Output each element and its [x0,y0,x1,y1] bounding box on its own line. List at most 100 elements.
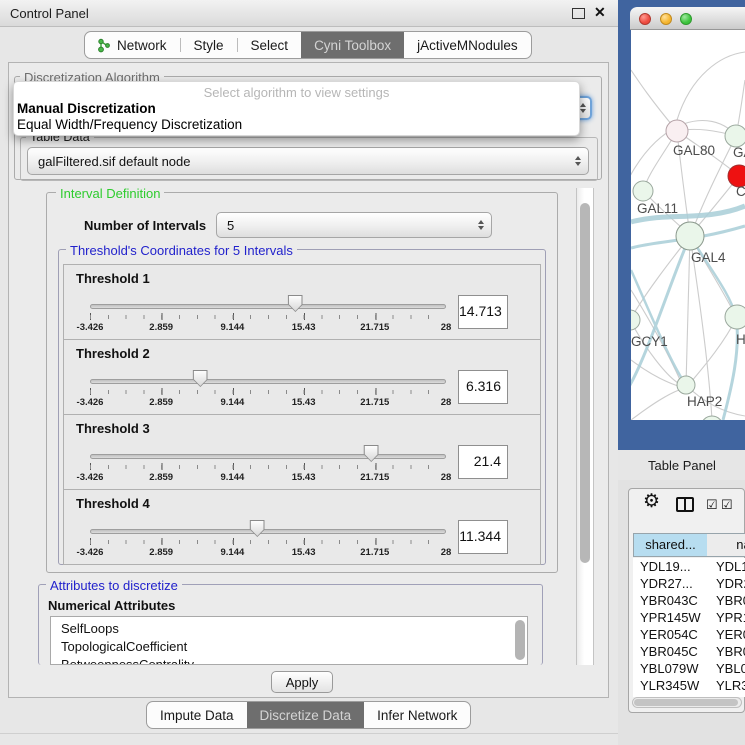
float-window-icon[interactable] [572,8,585,19]
table-cell[interactable]: YDL1 [716,558,745,575]
tab-select[interactable]: Select [238,32,302,58]
node-h[interactable] [725,305,745,329]
tick-label: 21.715 [360,322,389,333]
tab-discretize-data[interactable]: Discretize Data [247,702,365,728]
table-data-combobox[interactable]: galFiltered.sif default node [27,147,589,175]
close-traffic-icon[interactable] [639,13,651,25]
table-panel-titlebar: Table Panel [618,450,745,481]
tab-network-label: Network [117,38,167,53]
node-gal80[interactable] [666,120,688,142]
network-window-titlebar[interactable] [630,7,745,30]
tab-infer-network[interactable]: Infer Network [364,702,470,728]
dropdown-option-manual[interactable]: Manual Discretization [17,101,156,116]
scrollbar-thumb[interactable] [580,203,590,563]
slider-thumb[interactable] [250,520,265,537]
table-cell[interactable]: YDL19... [640,558,715,575]
threshold-2-panel: Threshold 2 -3.426 2.859 9.144 15.43 21.… [63,339,541,415]
attributes-list: SelfLoops TopologicalCoefficient Between… [50,616,528,665]
threshold-4-slider[interactable]: -3.426 2.859 9.144 15.43 21.715 28 [90,526,446,560]
node-label: GCY1 [631,334,668,349]
numerical-attributes-label: Numerical Attributes [48,598,175,613]
tab-style[interactable]: Style [181,32,237,58]
dropdown-option-equal-width[interactable]: Equal Width/Frequency Discretization [17,117,242,132]
slider-track[interactable] [90,529,446,534]
threshold-1-panel: Threshold 1 -3.426 2.859 9.144 15.43 21.… [63,264,541,340]
column-header-name[interactable]: name [707,533,745,557]
number-of-intervals-combobox[interactable]: 5 [216,212,492,238]
combo-arrows-icon [478,220,484,230]
network-nodes[interactable] [631,120,745,420]
tick-label: 2.859 [149,397,173,408]
settings-scrollbar[interactable] [576,188,594,665]
slider-track[interactable] [90,379,446,384]
attributes-group-title: Attributes to discretize [46,578,182,593]
scrollbar-thumb[interactable] [634,699,738,706]
slider-thumb[interactable] [364,445,379,462]
node-label: HAP2 [687,394,722,409]
node-gcy1[interactable] [631,310,640,330]
table-cell[interactable]: YBL079W [640,660,715,677]
list-scrollbar[interactable] [515,620,525,660]
node-gal4[interactable] [676,222,704,250]
threshold-2-slider[interactable]: -3.426 2.859 9.144 15.43 21.715 28 [90,376,446,410]
threshold-value-field[interactable]: 11.344 [458,520,508,554]
tick-label: 21.715 [360,397,389,408]
node-bottom[interactable] [701,416,723,420]
close-icon[interactable]: ✕ [594,4,606,21]
threshold-value-field[interactable]: 6.316 [458,370,508,404]
node-label: C [736,184,745,199]
node-label: GA [733,145,745,160]
table-rows: YDL19... YDL1 YDR27... YDR2 YBR043C YBR0… [633,558,745,697]
table-cell[interactable]: YPR145W [640,609,715,626]
slider-track[interactable] [90,454,446,459]
network-view-canvas[interactable]: GAL80 GA C GAL11 GAL4 GCY1 H HAP2 [631,30,745,420]
threshold-1-slider[interactable]: -3.426 2.859 9.144 15.43 21.715 28 [90,301,446,335]
checkbox-icon[interactable]: ☑ [721,497,733,513]
tick-label: 9.144 [221,322,245,333]
control-panel-tabbar: Network Style Select Cyni Toolbox jActiv… [84,31,532,59]
table-cell[interactable]: YLR3 [716,677,745,694]
table-cell[interactable]: YDR2 [716,575,745,592]
table-cell[interactable]: YER054C [640,626,715,643]
table-cell[interactable]: YBR043C [640,592,715,609]
tick-label: -3.426 [77,397,104,408]
checkbox-icon[interactable]: ☑ [706,497,718,513]
table-cell[interactable]: YBL0 [716,660,745,677]
tab-jactivemnodules[interactable]: jActiveMNodules [404,32,531,58]
zoom-traffic-icon[interactable] [680,13,692,25]
tick-label: 2.859 [149,322,173,333]
panel-bottom-divider [0,733,618,734]
table-cell[interactable]: YPR1 [716,609,745,626]
tab-impute-data[interactable]: Impute Data [147,702,247,728]
node-gal11[interactable] [633,181,653,201]
table-cell[interactable]: YBR0 [716,592,745,609]
table-cell[interactable]: YDR27... [640,575,715,592]
minimize-traffic-icon[interactable] [660,13,672,25]
tick-label: 2.859 [149,472,173,483]
split-columns-icon[interactable] [676,497,694,512]
gear-icon[interactable]: ⚙ [643,492,660,511]
column-header-shared-name[interactable]: shared... [633,533,708,557]
algorithm-dropdown-popup: Select algorithm to view settings Manual… [13,81,580,136]
slider-thumb[interactable] [193,370,208,387]
tick-label: 15.43 [292,472,316,483]
apply-button[interactable]: Apply [271,671,333,693]
table-cell[interactable]: YLR345W [640,677,715,694]
tab-network[interactable]: Network [85,32,180,58]
list-item[interactable]: SelfLoops [51,617,527,638]
slider-thumb[interactable] [288,295,303,312]
tick-label: 28 [441,472,452,483]
table-cell[interactable]: YBR045C [640,643,715,660]
threshold-3-slider[interactable]: -3.426 2.859 9.144 15.43 21.715 28 [90,451,446,485]
list-item[interactable]: BetweennessCentrality [51,656,527,665]
slider-track[interactable] [90,304,446,309]
threshold-value-field[interactable]: 21.4 [458,445,508,479]
threshold-value-field[interactable]: 14.713 [458,295,508,329]
table-cell[interactable]: YBR0 [716,643,745,660]
table-cell[interactable]: YER0 [716,626,745,643]
table-horizontal-scrollbar[interactable] [632,697,742,708]
list-item[interactable]: TopologicalCoefficient [51,638,527,656]
tab-cyni-toolbox[interactable]: Cyni Toolbox [301,32,404,58]
node-top-right[interactable] [725,125,745,147]
node-hap2[interactable] [677,376,695,394]
